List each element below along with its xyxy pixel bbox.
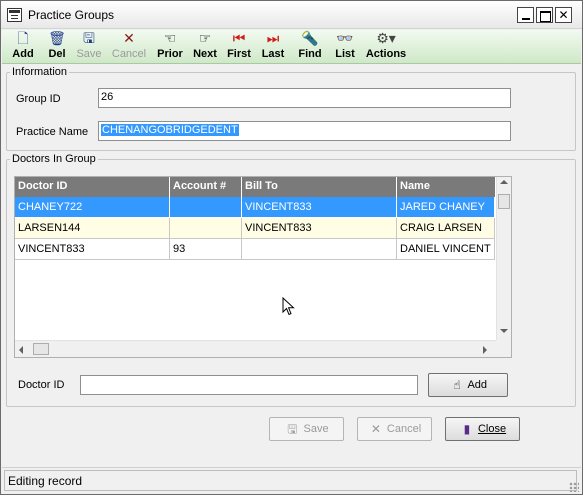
column-header-doctor-id[interactable]: Doctor ID	[15, 177, 170, 197]
practice-name-field[interactable]: CHENANGOBRIDGEDENT	[98, 121, 511, 141]
cell-bill-to[interactable]	[242, 239, 397, 260]
table-row[interactable]: LARSEN144 VINCENT833 CRAIG LARSEN	[15, 218, 495, 239]
maximize-button[interactable]	[536, 7, 553, 23]
toolbar-cancel-button[interactable]: ✕ Cancel	[107, 30, 151, 63]
cell-bill-to[interactable]: VINCENT833	[242, 197, 397, 218]
cancel-x-icon: ✕	[123, 31, 135, 47]
minimize-button[interactable]	[517, 7, 534, 23]
trash-icon: 🗑	[48, 31, 66, 47]
toolbar-prior-label: Prior	[157, 48, 183, 60]
close-label: Close	[477, 423, 507, 435]
toolbar-find-button[interactable]: 🔦 Find	[294, 30, 326, 63]
toolbar-list-button[interactable]: 👓 List	[330, 30, 360, 63]
doctors-in-group-label: Doctors In Group	[10, 153, 98, 165]
practice-name-label: Practice Name	[16, 126, 89, 138]
close-window-button[interactable]: ✕	[555, 7, 572, 23]
hand-point-right-icon: ☞	[198, 31, 212, 47]
toolbar-add-label: Add	[12, 48, 34, 60]
doctor-id-field[interactable]	[80, 375, 418, 395]
doctor-id-label: Doctor ID	[18, 379, 65, 391]
doctors-grid[interactable]: Doctor ID Account # Bill To Name CHANEY7…	[14, 176, 512, 358]
cell-account[interactable]	[170, 197, 242, 218]
add-doctor-label: Add	[467, 379, 488, 391]
practice-groups-window: Practice Groups ✕ 🗋 Add 🗑 Del 🖫 Save ✕ C…	[0, 0, 583, 495]
toolbar-first-button[interactable]: ⏮ First	[223, 30, 255, 63]
grid-header: Doctor ID Account # Bill To Name	[15, 177, 495, 197]
window-app-icon[interactable]	[7, 8, 22, 22]
table-row[interactable]: VINCENT833 93 DANIEL VINCENT	[15, 239, 495, 260]
toolbar-delete-button[interactable]: 🗑 Del	[42, 30, 72, 63]
toolbar-actions-button[interactable]: ⚙▾ Actions	[364, 30, 408, 63]
horizontal-scroll-thumb[interactable]	[33, 343, 49, 355]
save-button[interactable]: 🖫 Save	[269, 417, 344, 441]
cancel-x-icon: ✕	[370, 422, 381, 436]
grid-vertical-scrollbar[interactable]	[496, 177, 511, 340]
cancel-label: Cancel	[386, 423, 422, 435]
cell-account[interactable]	[170, 218, 242, 239]
cell-doctor-id[interactable]: VINCENT833	[15, 239, 170, 260]
door-exit-icon: ▮	[463, 422, 471, 436]
group-id-value: 26	[101, 91, 114, 103]
cell-doctor-id[interactable]: LARSEN144	[15, 218, 170, 239]
scroll-right-icon[interactable]	[483, 346, 487, 354]
toolbar-last-button[interactable]: ⏭ Last	[258, 30, 288, 63]
scroll-up-icon[interactable]	[500, 180, 508, 184]
mouse-cursor-icon	[282, 297, 295, 316]
vertical-scroll-thumb[interactable]	[498, 194, 510, 209]
first-record-icon: ⏮	[232, 31, 246, 47]
column-header-bill-to[interactable]: Bill To	[242, 177, 397, 197]
toolbar: 🗋 Add 🗑 Del 🖫 Save ✕ Cancel ☜ Prior ☞ Ne…	[2, 30, 581, 64]
hand-point-left-icon: ☜	[163, 31, 177, 47]
column-header-account[interactable]: Account #	[170, 177, 242, 197]
toolbar-last-label: Last	[261, 48, 285, 60]
grid-horizontal-scrollbar[interactable]	[15, 340, 496, 357]
cell-name[interactable]: DANIEL VINCENT	[397, 239, 495, 260]
close-button[interactable]: ▮ Close	[445, 417, 520, 441]
cancel-button[interactable]: ✕ Cancel	[357, 417, 432, 441]
status-text: Editing record	[8, 474, 83, 488]
flashlight-icon: 🔦	[301, 31, 319, 47]
column-header-name[interactable]: Name	[397, 177, 495, 197]
title-bar[interactable]: Practice Groups ✕	[1, 1, 582, 29]
status-bar: Editing record	[2, 467, 581, 494]
table-row[interactable]: CHANEY722 VINCENT833 JARED CHANEY	[15, 197, 495, 218]
toolbar-next-button[interactable]: ☞ Next	[189, 30, 221, 63]
toolbar-list-label: List	[335, 48, 355, 60]
toolbar-next-label: Next	[193, 48, 217, 60]
toolbar-add-button[interactable]: 🗋 Add	[6, 30, 40, 63]
group-id-field[interactable]: 26	[98, 88, 511, 108]
toolbar-prior-button[interactable]: ☜ Prior	[153, 30, 187, 63]
toolbar-save-button[interactable]: 🖫 Save	[73, 30, 105, 63]
toolbar-first-label: First	[227, 48, 251, 60]
last-record-icon: ⏭	[266, 31, 280, 47]
save-label: Save	[303, 423, 329, 435]
practice-name-value: CHENANGOBRIDGEDENT	[101, 124, 239, 136]
status-panel: Editing record	[4, 470, 577, 491]
toolbar-delete-label: Del	[48, 48, 66, 60]
scrollbar-corner	[496, 340, 511, 357]
group-id-label: Group ID	[16, 93, 61, 105]
cell-bill-to[interactable]: VINCENT833	[242, 218, 397, 239]
toolbar-save-label: Save	[76, 48, 102, 60]
information-group-label: Information	[10, 66, 70, 78]
floppy-disk-icon: 🖫	[287, 422, 298, 436]
toolbar-cancel-label: Cancel	[111, 48, 147, 60]
floppy-disk-icon: 🖫	[83, 31, 95, 47]
toolbar-actions-label: Actions	[365, 48, 407, 60]
cell-name[interactable]: JARED CHANEY	[397, 197, 495, 218]
scroll-left-icon[interactable]	[19, 346, 23, 354]
eyeglasses-icon: 👓	[336, 31, 354, 47]
new-document-icon: 🗋	[17, 31, 29, 47]
window-title: Practice Groups	[28, 8, 115, 22]
cell-account[interactable]: 93	[170, 239, 242, 260]
add-doctor-button[interactable]: ☝ Add	[428, 373, 508, 397]
cell-name[interactable]: CRAIG LARSEN	[397, 218, 495, 239]
scroll-down-icon[interactable]	[500, 329, 508, 333]
cell-doctor-id[interactable]: CHANEY722	[15, 197, 170, 218]
tools-icon: ⚙▾	[376, 31, 396, 47]
toolbar-find-label: Find	[298, 48, 322, 60]
hand-pointer-icon: ☝	[453, 378, 461, 392]
resize-grip-icon[interactable]	[569, 482, 579, 492]
